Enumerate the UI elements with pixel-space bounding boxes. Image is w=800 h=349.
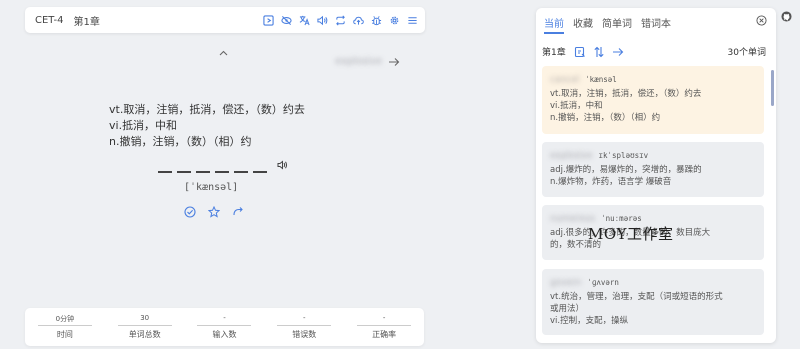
word-card[interactable]: govern ˈɡʌvərn vt.统治，管理，治理，支配（词或短语的形式 或用法… — [542, 269, 764, 335]
settings-icon[interactable] — [389, 15, 400, 26]
stat-value: - — [303, 314, 306, 322]
dictionary-selector[interactable]: CET-4 — [35, 15, 63, 26]
chapter-selector[interactable]: 第1章 — [73, 13, 99, 28]
card-def: vt.统治，管理，治理，支配（词或短语的形式 — [550, 292, 723, 302]
next-word-label: explosive — [335, 56, 383, 67]
stat-label: 时间 — [56, 330, 73, 339]
stat-value: 0分钟 — [55, 315, 75, 323]
word-card[interactable]: explosive ɪkˈspləʊsɪv adj.爆炸的，易爆炸的，突增的，暴躁… — [542, 142, 764, 197]
word-card[interactable]: cancel ˈkænsəl vt.取消，注销，抵消，偿还，（数）约去 vi.抵消… — [542, 66, 764, 134]
card-def: adj.爆炸的，易爆炸的，突增的，暴躁的 — [550, 165, 702, 175]
tab-wrong-words[interactable]: 错词本 — [641, 15, 671, 34]
stat-label: 错误数 — [292, 330, 317, 339]
arrow-right-icon — [388, 57, 400, 67]
repeat-icon[interactable] — [335, 15, 346, 26]
card-word: govern — [550, 278, 582, 288]
list-icon[interactable] — [263, 14, 274, 26]
letter-slot — [177, 171, 191, 173]
letter-slot — [196, 171, 210, 173]
word-definition: vt.取消，注销，抵消，偿还，（数）约去 vi.抵消，中和 n.撤销，注销，（数… — [109, 102, 305, 150]
stat-time: 0分钟 时间 — [34, 314, 96, 340]
tab-easy-words[interactable]: 简单词 — [602, 15, 632, 34]
stat-label: 正确率 — [372, 330, 397, 339]
stat-errors: - 错误数 — [273, 314, 335, 340]
translate-icon[interactable] — [299, 15, 310, 26]
panel-chapter: 第1章 — [542, 48, 566, 58]
stat-value: - — [223, 314, 226, 322]
eye-off-icon[interactable] — [281, 15, 292, 26]
card-def: vi.控制，支配，操纵 — [550, 316, 629, 326]
star-icon[interactable] — [208, 206, 220, 218]
letter-slot — [253, 171, 267, 173]
menu-icon[interactable] — [407, 15, 418, 26]
close-icon[interactable] — [756, 15, 767, 26]
card-word: cancel — [550, 75, 580, 85]
definition-line: vi.抵消，中和 — [109, 119, 178, 132]
speaker-icon[interactable] — [277, 160, 288, 170]
card-phonetic: ˈɡʌvərn — [587, 278, 619, 287]
arrow-right-icon[interactable] — [612, 46, 624, 58]
volume-icon[interactable] — [317, 15, 328, 26]
card-def: vi.抵消，中和 — [550, 101, 603, 111]
stat-label: 单词总数 — [128, 330, 161, 339]
word-input-slots[interactable] — [158, 171, 267, 173]
letter-slot — [234, 171, 248, 173]
word-list-panel: 当前 收藏 简单词 错词本 第1章 30个单词 cancel ˈkænsəl vt… — [536, 8, 776, 343]
stats-bar: 0分钟 时间 30 单词总数 - 输入数 - 错误数 - 正确率 — [25, 308, 424, 346]
card-def: n.爆炸物，炸药，语言学 爆破音 — [550, 177, 672, 187]
tab-favorites[interactable]: 收藏 — [573, 15, 593, 34]
stat-label: 输入数 — [212, 330, 237, 339]
card-phonetic: ˈkænsəl — [585, 75, 617, 84]
word-count: 30个单词 — [727, 48, 766, 58]
card-def: n.撤销，注销，（数）（相）约 — [550, 113, 661, 123]
stat-inputs: - 输入数 — [193, 314, 255, 340]
card-word: explosive — [550, 151, 593, 161]
export-icon[interactable] — [574, 46, 586, 58]
word-actions — [184, 206, 244, 218]
chevron-up-icon[interactable] — [219, 41, 228, 56]
scrollbar[interactable] — [771, 70, 774, 106]
card-phonetic: ɪkˈspləʊsɪv — [598, 151, 649, 160]
definition-line: n.撤销，注销，（数）（相）约 — [109, 135, 252, 148]
sort-icon[interactable] — [593, 46, 605, 58]
panel-tabs: 当前 收藏 简单词 错词本 — [544, 15, 671, 34]
bug-icon[interactable] — [371, 15, 382, 26]
card-def: 或用法） — [550, 304, 585, 314]
redo-icon[interactable] — [232, 206, 244, 218]
letter-slot — [215, 171, 229, 173]
cloud-upload-icon[interactable] — [353, 15, 364, 26]
stat-accuracy: - 正确率 — [353, 314, 415, 340]
tab-current[interactable]: 当前 — [544, 15, 564, 34]
github-icon[interactable] — [781, 11, 792, 22]
letter-slot — [158, 171, 172, 173]
phonetic: [ˈkænsəl] — [184, 182, 239, 193]
next-word-button[interactable]: explosive — [335, 56, 400, 67]
header-bar: CET-4 第1章 — [25, 7, 425, 33]
card-def: vt.取消，注销，抵消，偿还，（数）约去 — [550, 89, 702, 99]
watermark: MOY工作室 — [588, 225, 674, 243]
panel-header: 第1章 30个单词 — [542, 45, 766, 58]
stat-value: 30 — [140, 314, 150, 322]
definition-line: vt.取消，注销，抵消，偿还，（数）约去 — [109, 103, 305, 116]
check-circle-icon[interactable] — [184, 206, 196, 218]
stat-total-words: 30 单词总数 — [114, 314, 176, 340]
stat-value: - — [382, 314, 386, 322]
